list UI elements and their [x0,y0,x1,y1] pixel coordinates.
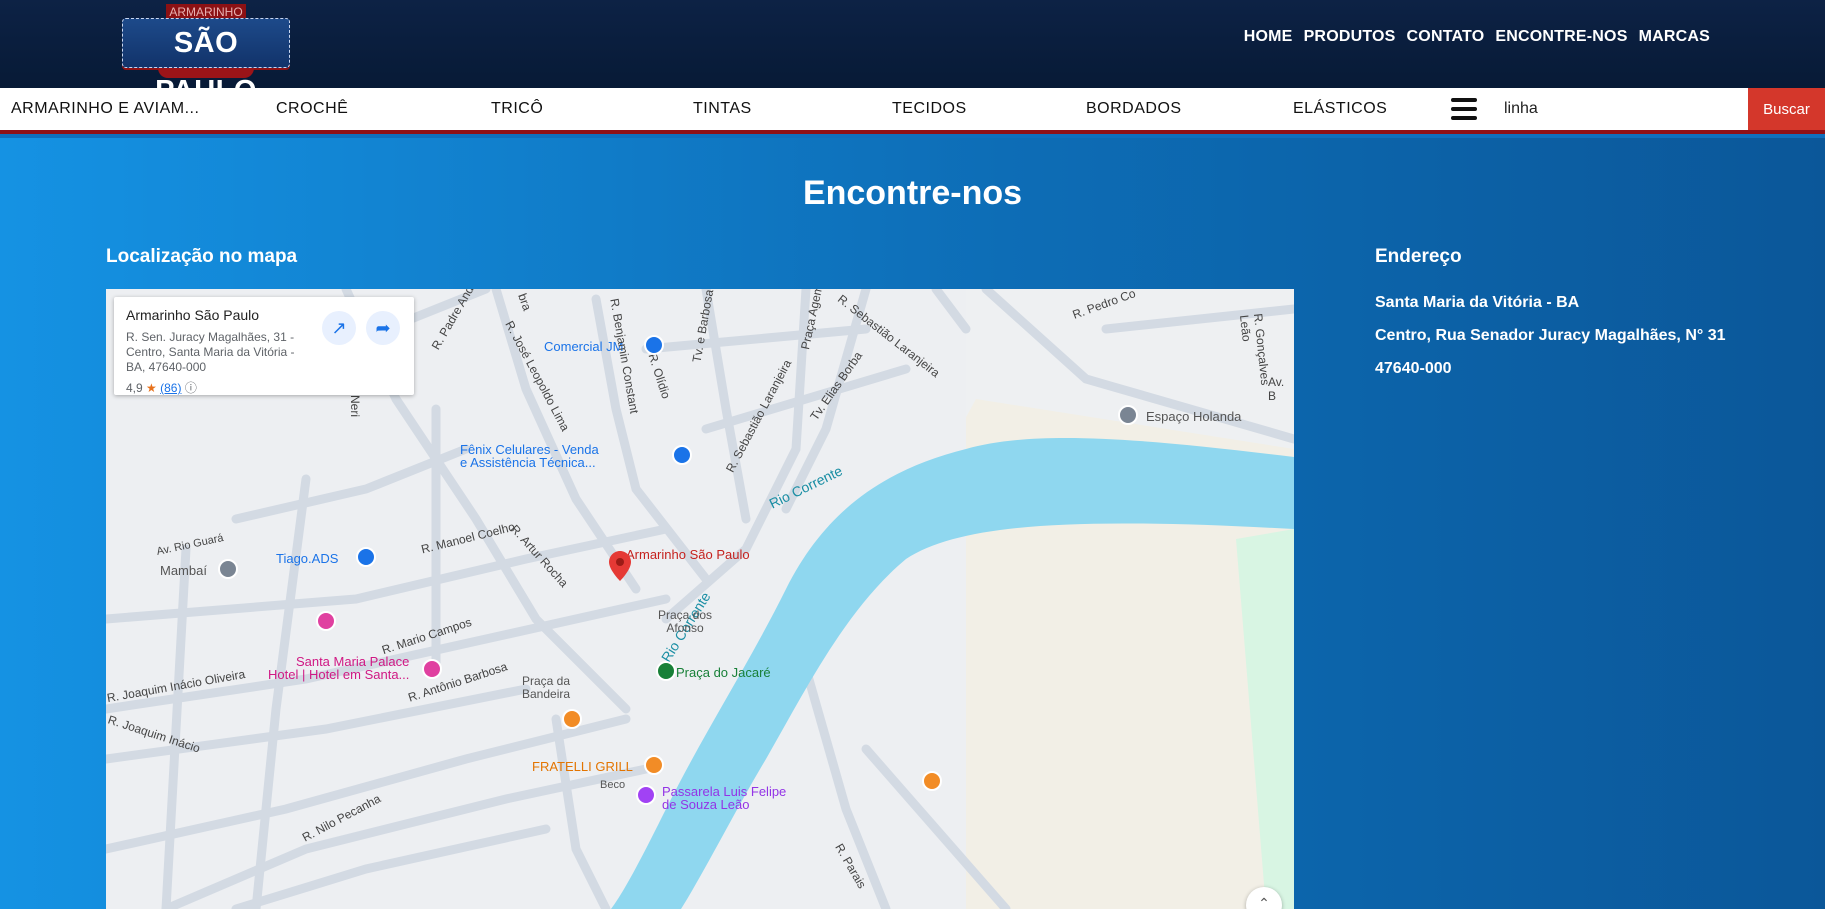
attraction-icon[interactable] [636,785,656,805]
category-trico[interactable]: TRICÔ [491,88,543,130]
rating-value: 4,9 [126,381,143,395]
map-place-label: Armarinho São Paulo [626,547,750,562]
menu-icon[interactable] [1451,98,1477,120]
poi-fenix[interactable]: Fênix Celulares - Venda e Assistência Té… [460,443,599,469]
category-croche[interactable]: CROCHÊ [276,88,348,130]
poi-hotel-line2: Hotel | Hotel em Santa... [268,667,410,682]
category-bar: ARMARINHO E AVIAM... CROCHÊ TRICÔ TINTAS… [0,88,1825,134]
hotel-icon[interactable] [316,611,336,631]
info-card-address: R. Sen. Juracy Magalhães, 31 - Centro, S… [126,330,295,374]
info-card-name: Armarinho São Paulo [126,307,260,323]
shopping-icon[interactable] [356,547,376,567]
restaurant-icon[interactable] [562,709,582,729]
open-in-maps-icon[interactable]: ↗ [322,311,356,345]
address-street: Centro, Rua Senador Juracy Magalhães, N°… [1375,327,1726,344]
shopping-icon[interactable] [672,445,692,465]
site-logo[interactable]: ARMARINHO SÃO PAULO [122,4,290,107]
park-icon[interactable] [656,661,676,681]
main-nav: HOME PRODUTOS CONTATO ENCONTRE-NOS MARCA… [1244,28,1710,46]
nav-contato[interactable]: CONTATO [1407,28,1485,46]
category-bordados[interactable]: BORDADOS [1086,88,1182,130]
street-neri: Neri [348,394,363,418]
map-embed[interactable]: Armarinho São Paulo Rio Corrente Rio Cor… [106,289,1294,909]
category-elasticos[interactable]: ELÁSTICOS [1293,88,1387,130]
poi-tiago-ads[interactable]: Tiago.ADS [276,551,338,566]
address-section-title: Endereço [1375,246,1462,267]
nav-home[interactable]: HOME [1244,28,1293,46]
poi-praca-bandeira-line2: Bandeira [522,687,571,701]
map-section-title: Localização no mapa [106,246,298,267]
poi-praca-afonso-line2: Afonso [666,621,704,635]
street-av-fragment: Av. B [1268,375,1285,403]
restaurant-icon[interactable] [644,755,664,775]
street-beco: Beco [600,779,626,791]
poi-fratelli-grill[interactable]: FRATELLI GRILL [532,759,633,774]
nav-encontre-nos[interactable]: ENCONTRE-NOS [1495,28,1627,46]
nav-marcas[interactable]: MARCAS [1639,28,1710,46]
shopping-icon[interactable] [644,335,664,355]
directions-icon[interactable]: ➦ [366,311,400,345]
category-armarinho[interactable]: ARMARINHO E AVIAM... [11,88,199,130]
category-tintas[interactable]: TINTAS [693,88,752,130]
restaurant-icon[interactable] [922,771,942,791]
poi-mambai[interactable]: Mambaí [160,563,207,578]
place-icon[interactable] [1118,405,1138,425]
poi-praca-afonso[interactable]: Praça dos Afonso [658,609,712,635]
search-button[interactable]: Buscar [1748,88,1825,130]
poi-espaco-holanda[interactable]: Espaço Holanda [1146,409,1241,424]
poi-hotel[interactable]: Santa Maria Palace Hotel | Hotel em Sant… [268,655,409,681]
logo-ribbon [158,68,254,78]
address-city: Santa Maria da Vitória - BA [1375,294,1580,311]
address-zip: 47640-000 [1375,360,1452,377]
poi-passarela-line2: de Souza Leão [662,797,750,812]
poi-comercial-jm[interactable]: Comercial JM [544,339,623,354]
nav-produtos[interactable]: PRODUTOS [1304,28,1396,46]
page-title: Encontre-nos [802,174,1023,212]
poi-praca-jacare[interactable]: Praça do Jacaré [676,665,771,680]
category-tecidos[interactable]: TECIDOS [892,88,967,130]
top-header: ARMARINHO SÃO PAULO HOME PRODUTOS CONTAT… [0,0,1825,107]
poi-passarela[interactable]: Passarela Luis Felipe de Souza Leão [662,785,786,811]
logo-main-text: SÃO PAULO [122,18,290,107]
info-icon[interactable]: ⓘ [185,381,197,395]
search-input[interactable] [1490,92,1744,126]
map-info-card: Armarinho São Paulo R. Sen. Juracy Magal… [114,297,414,395]
reviews-link[interactable]: (86) [160,381,181,395]
star-icon: ★ [146,381,157,395]
main-content: Encontre-nos Localização no mapa Endereç… [0,138,1825,909]
map-pin-icon[interactable] [609,551,631,581]
info-card-rating: 4,9 ★ (86) ⓘ [126,379,197,396]
poi-praca-bandeira[interactable]: Praça da Bandeira [522,675,570,701]
hotel-icon[interactable] [422,659,442,679]
museum-icon[interactable] [218,559,238,579]
poi-fenix-line2: e Assistência Técnica... [460,455,596,470]
